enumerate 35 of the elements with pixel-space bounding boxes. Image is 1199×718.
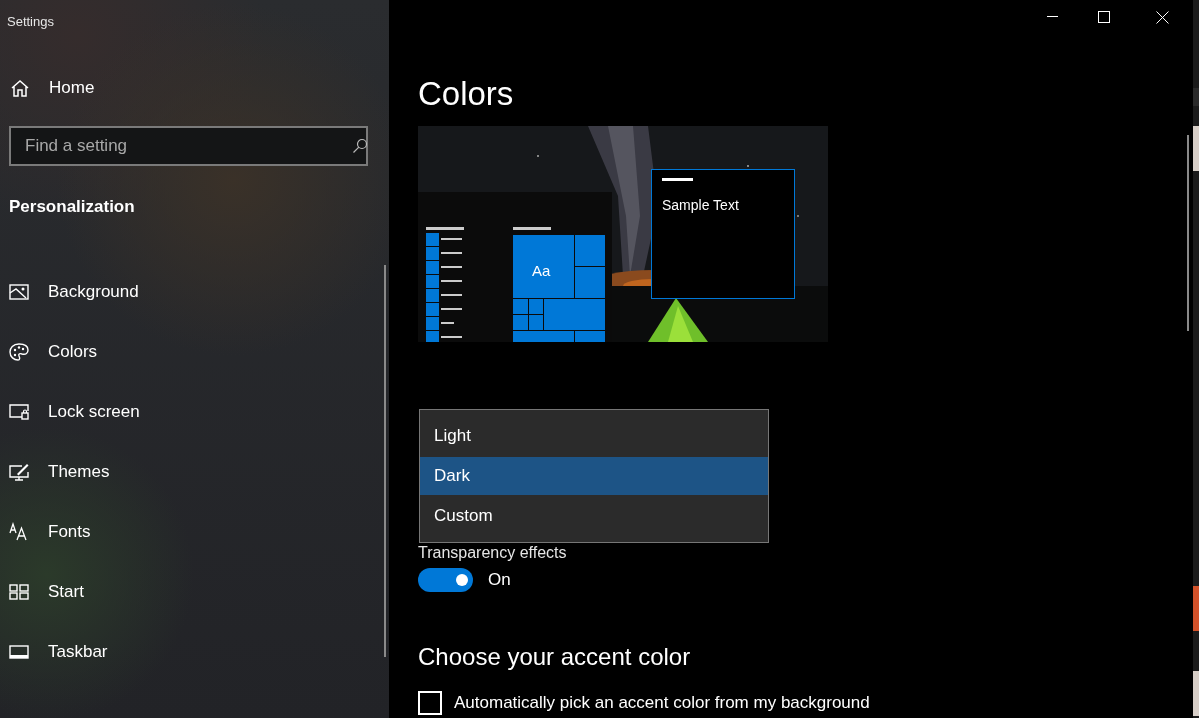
- toggle-state: On: [488, 569, 511, 592]
- nav-item[interactable]: Colors: [0, 322, 389, 382]
- nav-item[interactable]: Lock screen: [0, 382, 389, 442]
- palette-icon: [9, 342, 29, 362]
- section-heading: Choose your accent color: [418, 642, 692, 672]
- picture-icon: [9, 282, 29, 302]
- page-title: Colors: [418, 74, 515, 114]
- maximize-icon: [1098, 11, 1110, 23]
- fonts-icon: [9, 522, 29, 542]
- sample-text: Sample Text: [662, 196, 740, 215]
- themes-icon: [9, 462, 29, 482]
- lock-screen-icon: [9, 402, 29, 422]
- nav-item[interactable]: Fonts: [0, 502, 389, 562]
- search-icon: [352, 138, 368, 154]
- search-field[interactable]: Find a setting: [9, 126, 368, 166]
- dropdown-option[interactable]: Dark: [420, 457, 768, 495]
- section-heading: Personalization: [9, 197, 135, 216]
- dropdown-option[interactable]: Custom: [420, 497, 768, 535]
- nav-item[interactable]: Themes: [0, 442, 389, 502]
- home-icon: [10, 78, 30, 98]
- taskbar-icon: [9, 642, 29, 662]
- home-link[interactable]: Home: [0, 60, 389, 116]
- toggle-switch[interactable]: [418, 568, 473, 592]
- tile-label: Aa: [532, 261, 551, 281]
- window-title: Settings: [7, 14, 54, 29]
- nav-item[interactable]: Background: [0, 262, 389, 322]
- nav-item[interactable]: Taskbar: [0, 622, 389, 682]
- checkbox[interactable]: [418, 690, 442, 715]
- dropdown-option[interactable]: Light: [420, 417, 768, 455]
- start-icon: [9, 582, 29, 602]
- minimize-icon: [1046, 16, 1058, 18]
- setting-label: Transparency effects: [418, 544, 567, 561]
- nav-item[interactable]: Start: [0, 562, 389, 622]
- close-icon: [1155, 10, 1169, 24]
- checkbox-label: Automatically pick an accent color from my background: [454, 692, 870, 714]
